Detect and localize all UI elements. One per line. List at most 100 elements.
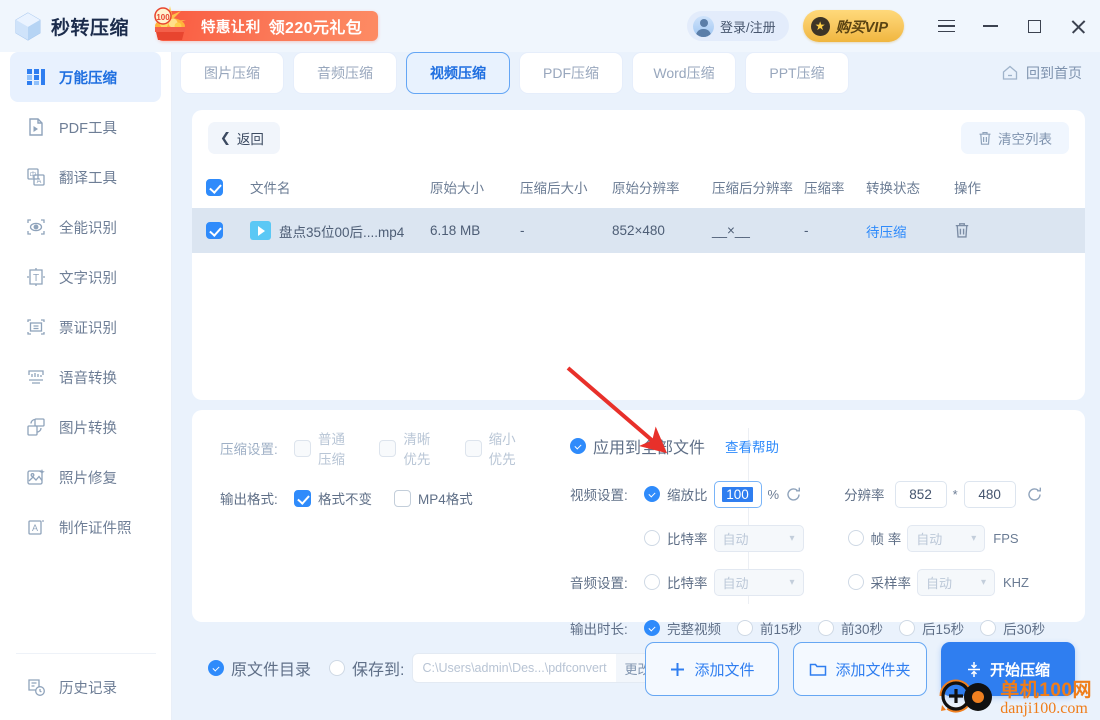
full-video-radio[interactable] [644,620,660,636]
close-button[interactable] [1056,0,1100,52]
scale-ratio-input[interactable]: 100 [713,480,762,508]
samplerate-radio[interactable] [847,574,864,590]
option-label: MP4格式 [418,492,473,507]
resolution-width-input[interactable]: 852 [894,480,947,508]
option-apply-all[interactable]: 应用到全部文件 [570,434,705,458]
samplerate-select[interactable]: 自动 ▾ [917,568,995,596]
minimize-button[interactable] [968,0,1012,52]
sidebar-item-text-recognize[interactable]: T 文字识别 [10,252,161,302]
add-file-button[interactable]: 添加文件 [645,642,779,696]
option-normal-compress[interactable]: 普通压缩 [294,428,357,468]
promo-banner[interactable]: 100 特惠让利 领220元礼包 [154,6,379,42]
save-path-field[interactable]: C:\Users\admin\Des...\pdfconvert 更改 [412,653,661,683]
option-last-15s[interactable]: 后15秒 [899,618,964,638]
sidebar-item-photo-repair[interactable]: 照片修复 [10,452,161,502]
svg-text:A: A [32,523,38,533]
table-row[interactable]: 盘点35位00后....mp4 6.18 MB - 852×480 __×__ … [192,208,1085,253]
mp4-format-checkbox[interactable] [394,489,411,507]
video-bitrate-radio[interactable] [644,530,660,546]
row-actions-cell [954,222,1014,239]
row-delete-icon[interactable] [954,222,1014,239]
option-video-bitrate[interactable]: 比特率 [644,528,708,548]
resolution-refresh-icon[interactable] [1026,486,1043,503]
tab-pdf-compress[interactable]: PDF压缩 [519,52,623,94]
sidebar-item-image-convert[interactable]: 图片转换 [10,402,161,452]
framerate-select[interactable]: 自动 ▾ [907,524,986,552]
option-clarity-first[interactable]: 清晰优先 [379,428,442,468]
tab-audio-compress[interactable]: 音频压缩 [293,52,397,94]
tab-image-compress[interactable]: 图片压缩 [180,52,284,94]
apply-all-radio[interactable] [570,438,586,454]
sidebar-item-history[interactable]: 历史记录 [10,662,162,712]
maximize-button[interactable] [1012,0,1056,52]
first-15s-radio[interactable] [737,620,753,636]
keep-format-checkbox[interactable] [294,489,311,507]
option-save-to[interactable]: 保存到: [329,656,404,680]
tab-ppt-compress[interactable]: PPT压缩 [745,52,849,94]
close-icon [1071,19,1086,34]
scale-ratio-value: 100 [722,486,753,502]
normal-compress-checkbox[interactable] [294,439,311,457]
option-label: 缩小优先 [488,432,516,467]
add-folder-button[interactable]: 添加文件夹 [793,642,927,696]
select-all-checkbox[interactable] [206,178,223,196]
row-checkbox[interactable] [206,222,223,239]
back-button[interactable]: ❮ 返回 [208,122,280,154]
audio-bitrate-radio[interactable] [644,574,660,590]
sidebar-item-omni-recognize[interactable]: 全能识别 [10,202,161,252]
last-30s-radio[interactable] [980,620,997,636]
sidebar-item-translate-tools[interactable]: 中 A 翻译工具 [10,152,161,202]
source-directory-radio[interactable] [208,660,224,676]
tab-word-compress[interactable]: Word压缩 [632,52,736,94]
watermark-cn: 单机100网 [1000,680,1092,702]
percent-unit: % [767,486,780,502]
option-framerate[interactable]: 帧 率 [847,528,902,548]
chevron-down-icon: ▾ [789,532,795,544]
option-audio-bitrate[interactable]: 比特率 [644,572,708,592]
audio-bitrate-select[interactable]: 自动 ▾ [713,568,804,596]
option-size-first[interactable]: 缩小优先 [464,428,528,468]
option-full-video[interactable]: 完整视频 [644,618,721,638]
resolution-height-input[interactable]: 480 [963,480,1016,508]
option-source-directory[interactable]: 原文件目录 [208,656,311,680]
tab-video-compress[interactable]: 视频压缩 [406,52,510,94]
hamburger-menu-button[interactable] [924,0,968,52]
scale-refresh-icon[interactable] [785,486,802,503]
save-to-radio[interactable] [329,660,346,676]
promo-text-2: 领220元礼包 [268,20,363,37]
option-keep-format[interactable]: 格式不变 [294,488,372,508]
sidebar-item-ticket-recognize[interactable]: 票证识别 [10,302,161,352]
sidebar-item-pdf-tools[interactable]: PDF工具 [10,102,161,152]
home-label: 回到首页 [1026,65,1082,81]
option-last-30s[interactable]: 后30秒 [980,618,1045,638]
back-to-home-link[interactable]: 回到首页 [1001,63,1082,83]
size-first-checkbox[interactable] [464,439,482,457]
login-button[interactable]: 登录/注册 [687,11,789,41]
output-format-label: 输出格式: [220,492,278,507]
sidebar: 万能压缩 PDF工具 中 A 翻译工具 全能识别 T 文字识别 票证识别 语音转… [0,52,172,720]
option-scale-ratio[interactable]: 缩放比 [644,484,708,504]
row-select-cell [206,222,250,239]
trash-icon [978,131,992,146]
framerate-unit: FPS [993,530,1019,546]
column-actions: 操作 [954,181,981,196]
option-samplerate[interactable]: 采样率 [847,572,911,592]
first-30s-radio[interactable] [818,620,835,636]
framerate-radio[interactable] [847,530,864,546]
framerate-label: 帧 率 [870,532,902,547]
sidebar-item-voice-convert[interactable]: 语音转换 [10,352,161,402]
video-bitrate-select[interactable]: 自动 ▾ [713,524,804,552]
option-mp4-format[interactable]: MP4格式 [394,488,473,508]
option-first-30s[interactable]: 前30秒 [818,618,883,638]
option-first-15s[interactable]: 前15秒 [737,618,802,638]
clarity-first-checkbox[interactable] [379,439,397,457]
clear-list-button[interactable]: 清空列表 [961,122,1069,154]
view-help-link[interactable]: 查看帮助 [725,436,779,456]
title-bar: 秒转压缩 100 特惠让利 领220元礼包 登录/注册 ★ 购买VIP [0,0,1100,52]
buy-vip-button[interactable]: ★ 购买VIP [802,10,904,42]
sidebar-item-id-photo[interactable]: A 制作证件照 [10,502,161,552]
last-15s-radio[interactable] [899,620,916,636]
sidebar-item-universal-compress[interactable]: 万能压缩 [10,52,161,102]
sidebar-item-label: 历史记录 [59,680,117,697]
scale-ratio-radio[interactable] [644,486,660,502]
